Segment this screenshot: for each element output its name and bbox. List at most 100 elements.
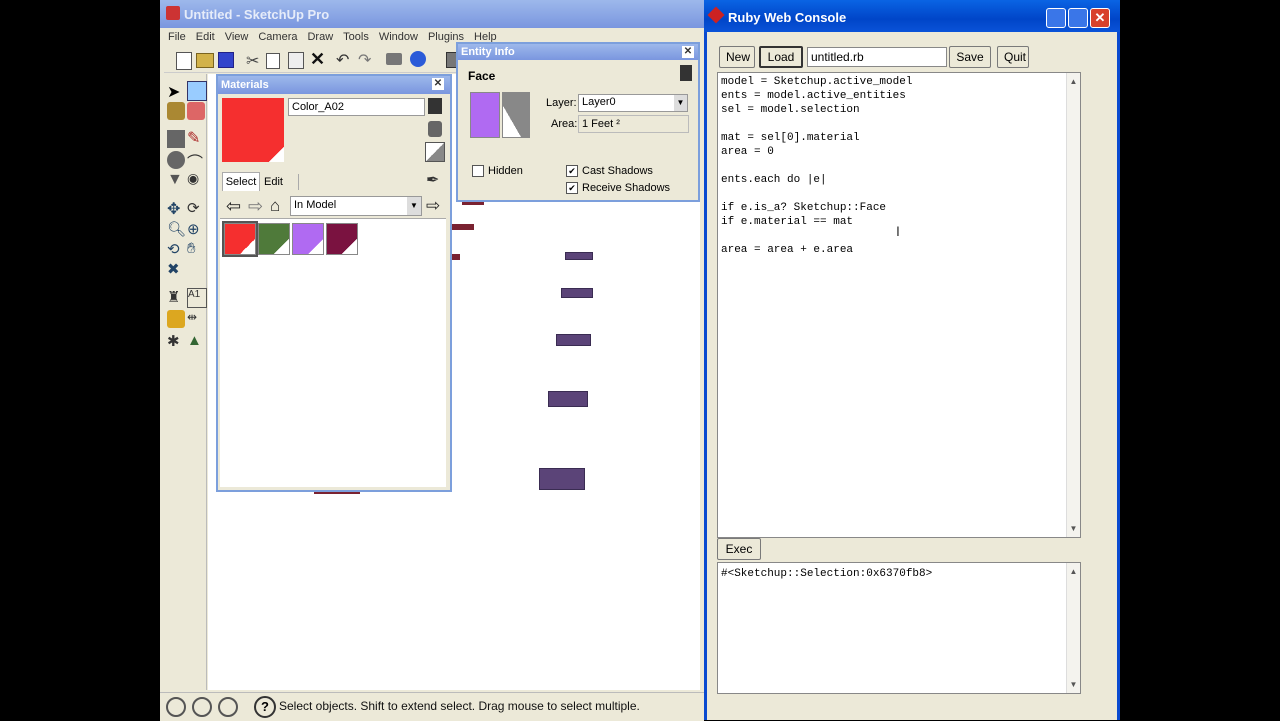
details-arrow-icon[interactable]: ⇨ (426, 196, 440, 216)
model-face[interactable] (539, 468, 585, 490)
model-face-red[interactable] (450, 224, 474, 230)
model-face[interactable] (556, 334, 591, 346)
polygon-icon[interactable]: ▼ (167, 171, 185, 189)
pan-icon[interactable]: ✋︎ (187, 240, 205, 258)
back-material-swatch[interactable] (502, 92, 530, 138)
push-pull-icon[interactable]: ⟳ (187, 199, 205, 217)
swatch-area (220, 218, 446, 487)
axes-icon[interactable]: ✱ (167, 332, 185, 350)
make-component-icon[interactable] (187, 81, 207, 101)
cast-shadows-checkbox[interactable]: ✔ (566, 165, 578, 177)
paint-bucket-icon[interactable] (167, 102, 185, 120)
save-icon[interactable] (218, 52, 234, 68)
orbit-icon[interactable]: ⟲ (167, 240, 185, 258)
material-swatch[interactable] (258, 223, 290, 255)
forward-icon[interactable]: ⇨ (248, 196, 263, 217)
file-name-input[interactable] (807, 47, 947, 67)
close-icon[interactable]: ✕ (682, 46, 694, 58)
library-select[interactable]: In Model ▼ (290, 196, 422, 216)
new-file-icon[interactable] (176, 52, 192, 70)
scroll-up-icon[interactable]: ▲ (1067, 75, 1080, 88)
maximize-icon[interactable] (1068, 8, 1088, 28)
section-plane-icon[interactable]: ▲ (187, 332, 205, 350)
menu-tools[interactable]: Tools (343, 28, 369, 46)
model-face[interactable] (548, 391, 588, 407)
hidden-label: Hidden (488, 165, 523, 177)
tape-measure-icon[interactable] (167, 310, 185, 328)
scroll-up-icon[interactable]: ▲ (1067, 565, 1080, 578)
menu-edit[interactable]: Edit (196, 28, 215, 46)
eraser-icon[interactable] (187, 102, 205, 120)
materials-panel: Materials ✕ Color_A02 Select Edit ✒ ⇦ ⇨ … (216, 74, 452, 492)
redo-icon[interactable]: ↷ (358, 50, 371, 70)
geo-location-icon[interactable] (166, 697, 186, 717)
tab-select[interactable]: Select (222, 172, 260, 191)
open-icon[interactable] (196, 53, 214, 68)
credits-icon[interactable] (192, 697, 212, 717)
model-face[interactable] (565, 252, 593, 260)
circle-icon[interactable] (167, 151, 185, 169)
collapse-icon[interactable] (680, 65, 692, 81)
menu-camera[interactable]: Camera (258, 28, 297, 46)
create-material-icon[interactable] (428, 121, 442, 137)
position-camera-icon[interactable]: ♜ (167, 288, 185, 306)
save-button[interactable]: Save (949, 46, 991, 68)
sample-paint-icon[interactable]: ✒ (426, 170, 439, 190)
freehand-icon[interactable]: ◉ (187, 170, 205, 188)
console-title-bar[interactable]: Ruby Web Console ✕ (704, 0, 1120, 32)
help-icon[interactable]: ? (254, 696, 276, 718)
load-button[interactable]: Load (759, 46, 803, 68)
line-pencil-icon[interactable]: ✎ (187, 128, 205, 147)
account-icon[interactable] (218, 697, 238, 717)
close-icon[interactable]: ✕ (1090, 8, 1110, 28)
zoom-window-icon[interactable]: ⊕ (187, 220, 205, 238)
cut-icon[interactable]: ✂ (246, 51, 259, 71)
scroll-down-icon[interactable]: ▼ (1067, 522, 1080, 535)
hidden-checkbox[interactable] (472, 165, 484, 177)
material-name-field[interactable]: Color_A02 (288, 98, 425, 116)
close-icon[interactable]: ✕ (432, 78, 444, 90)
erase-icon[interactable]: ✕ (310, 49, 325, 70)
quit-button[interactable]: Quit (997, 46, 1029, 68)
entity-info-title-bar[interactable]: Entity Info ✕ (458, 44, 698, 60)
menu-draw[interactable]: Draw (307, 28, 333, 46)
model-info-icon[interactable] (410, 51, 426, 67)
material-swatch[interactable] (222, 221, 258, 257)
home-icon[interactable]: ⌂ (270, 196, 280, 216)
sketchup-title-bar[interactable]: Untitled - SketchUp Pro (160, 0, 704, 28)
new-button[interactable]: New (719, 46, 755, 68)
code-editor[interactable]: model = Sketchup.active_model ents = mod… (717, 72, 1081, 538)
display-secondary-icon[interactable] (428, 98, 442, 114)
model-face[interactable] (561, 288, 593, 298)
paste-icon[interactable] (288, 52, 304, 69)
back-icon[interactable]: ⇦ (226, 196, 241, 217)
output-scrollbar[interactable]: ▲ ▼ (1066, 563, 1080, 693)
layer-select[interactable]: Layer0 ▼ (578, 94, 688, 112)
rectangle-icon[interactable] (167, 130, 185, 148)
tab-edit[interactable]: Edit (260, 174, 299, 190)
dimension-icon[interactable]: ⇹ (187, 310, 205, 328)
entity-type: Face (468, 69, 496, 83)
select-arrow-icon[interactable]: ➤ (167, 82, 185, 101)
code-scrollbar[interactable]: ▲ ▼ (1066, 73, 1080, 537)
menu-view[interactable]: View (225, 28, 249, 46)
undo-icon[interactable]: ↶ (336, 50, 349, 70)
text-icon[interactable]: A1 (187, 288, 207, 308)
menu-window[interactable]: Window (379, 28, 418, 46)
move-icon[interactable]: ✥ (167, 199, 185, 218)
arc-icon[interactable]: ⌒ (187, 149, 205, 172)
material-swatch[interactable] (326, 223, 358, 255)
default-material-icon[interactable] (425, 142, 445, 162)
zoom-icon[interactable]: 🔍︎ (167, 220, 186, 238)
print-icon[interactable] (386, 53, 402, 65)
exec-button[interactable]: Exec (717, 538, 761, 560)
zoom-extents-icon[interactable]: ✖ (167, 260, 185, 278)
materials-title-bar[interactable]: Materials ✕ (218, 76, 450, 94)
copy-icon[interactable] (266, 53, 280, 69)
menu-file[interactable]: File (168, 28, 186, 46)
front-material-swatch[interactable] (470, 92, 500, 138)
minimize-icon[interactable] (1046, 8, 1066, 28)
receive-shadows-checkbox[interactable]: ✔ (566, 182, 578, 194)
material-swatch[interactable] (292, 223, 324, 255)
scroll-down-icon[interactable]: ▼ (1067, 678, 1080, 691)
